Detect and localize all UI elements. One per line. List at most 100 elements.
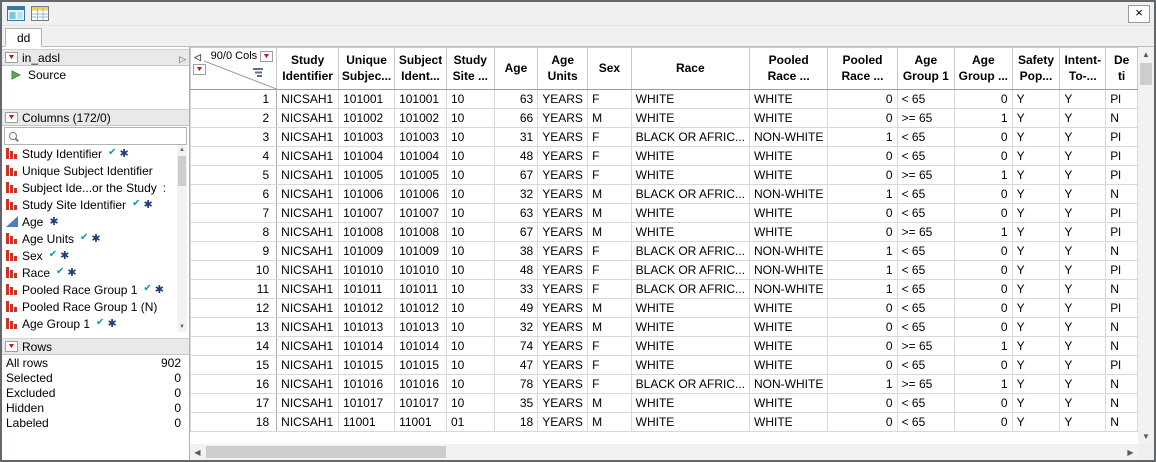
cell[interactable]: 0 xyxy=(828,204,897,223)
cell[interactable]: NON-WHITE xyxy=(750,261,828,280)
cell[interactable]: YEARS xyxy=(538,337,588,356)
cell[interactable]: Pl xyxy=(1106,90,1138,109)
cell[interactable]: 10 xyxy=(446,223,494,242)
cell[interactable]: Y xyxy=(1012,337,1060,356)
cell[interactable]: Y xyxy=(1060,337,1106,356)
cell[interactable]: 67 xyxy=(494,166,538,185)
cell[interactable]: >= 65 xyxy=(897,223,955,242)
cell[interactable]: NICSAH1 xyxy=(277,128,339,147)
cell[interactable]: 10 xyxy=(446,204,494,223)
cell[interactable]: Pl xyxy=(1106,356,1138,375)
row-number[interactable]: 15 xyxy=(191,356,277,375)
cell[interactable]: NICSAH1 xyxy=(277,318,339,337)
column-header[interactable]: Pooled Race ... xyxy=(750,48,828,90)
cell[interactable]: NICSAH1 xyxy=(277,223,339,242)
column-item[interactable]: Unique Subject Identifier xyxy=(4,162,176,179)
cell[interactable]: Y xyxy=(1060,166,1106,185)
cell[interactable]: 0 xyxy=(955,147,1013,166)
column-item[interactable]: Pooled Race Group 1 (N) xyxy=(4,298,176,315)
cell[interactable]: Y xyxy=(1012,90,1060,109)
cell[interactable]: Y xyxy=(1060,318,1106,337)
cell[interactable]: 101012 xyxy=(339,299,395,318)
rows-stat-item[interactable]: Excluded0 xyxy=(2,385,189,400)
cell[interactable]: < 65 xyxy=(897,90,955,109)
data-table-icon[interactable] xyxy=(30,5,50,23)
row-number[interactable]: 10 xyxy=(191,261,277,280)
column-item[interactable]: Subject Ide...or the Study: xyxy=(4,179,176,196)
cell[interactable]: YEARS xyxy=(538,90,588,109)
cell[interactable]: Y xyxy=(1060,280,1106,299)
cell[interactable]: 67 xyxy=(494,223,538,242)
cell[interactable]: < 65 xyxy=(897,147,955,166)
cell[interactable]: < 65 xyxy=(897,242,955,261)
cell[interactable]: 101004 xyxy=(395,147,447,166)
red-triangle-menu-icon[interactable] xyxy=(5,112,18,123)
cell[interactable]: < 65 xyxy=(897,204,955,223)
cell[interactable]: WHITE xyxy=(750,413,828,432)
cell[interactable]: 0 xyxy=(955,318,1013,337)
cell[interactable]: NICSAH1 xyxy=(277,394,339,413)
cell[interactable]: 101015 xyxy=(395,356,447,375)
row-number[interactable]: 8 xyxy=(191,223,277,242)
cell[interactable]: 101013 xyxy=(395,318,447,337)
cell[interactable]: BLACK OR AFRIC... xyxy=(631,280,749,299)
cell[interactable]: NICSAH1 xyxy=(277,204,339,223)
column-header[interactable]: Sex xyxy=(588,48,631,90)
column-item[interactable]: Race✔✱ xyxy=(4,264,176,281)
cell[interactable]: 10 xyxy=(446,337,494,356)
cell[interactable]: 101011 xyxy=(395,280,447,299)
cell[interactable]: 32 xyxy=(494,318,538,337)
cell[interactable]: BLACK OR AFRIC... xyxy=(631,375,749,394)
cell[interactable]: Y xyxy=(1060,223,1106,242)
cell[interactable]: 0 xyxy=(955,394,1013,413)
cell[interactable]: Y xyxy=(1060,147,1106,166)
cell[interactable]: NON-WHITE xyxy=(750,375,828,394)
cell[interactable]: YEARS xyxy=(538,375,588,394)
cell[interactable]: WHITE xyxy=(750,299,828,318)
cell[interactable]: Y xyxy=(1060,242,1106,261)
cell[interactable]: Y xyxy=(1060,299,1106,318)
cell[interactable]: NICSAH1 xyxy=(277,147,339,166)
cell[interactable]: NON-WHITE xyxy=(750,242,828,261)
column-header[interactable]: Age Group ... xyxy=(955,48,1013,90)
cell[interactable]: YEARS xyxy=(538,394,588,413)
cell[interactable]: 11001 xyxy=(339,413,395,432)
cell[interactable]: YEARS xyxy=(538,299,588,318)
tab-dd[interactable]: dd xyxy=(5,28,42,47)
column-item[interactable]: Study Identifier✔✱ xyxy=(4,145,176,162)
horizontal-scroll-thumb[interactable] xyxy=(206,446,446,458)
cell[interactable]: 0 xyxy=(955,204,1013,223)
cell[interactable]: 101005 xyxy=(339,166,395,185)
cell[interactable]: Pl xyxy=(1106,223,1138,242)
scroll-down-icon[interactable] xyxy=(177,322,187,332)
cell[interactable]: F xyxy=(588,128,631,147)
column-item[interactable]: Age Group 1✔✱ xyxy=(4,315,176,332)
cell[interactable]: Y xyxy=(1012,280,1060,299)
cell[interactable]: 74 xyxy=(494,337,538,356)
cell[interactable]: 49 xyxy=(494,299,538,318)
cell[interactable]: 101008 xyxy=(395,223,447,242)
cell[interactable]: Y xyxy=(1012,128,1060,147)
cell[interactable]: Pl xyxy=(1106,166,1138,185)
cell[interactable]: Y xyxy=(1060,375,1106,394)
scroll-up-icon[interactable] xyxy=(1138,47,1154,62)
cell[interactable]: 101015 xyxy=(339,356,395,375)
cell[interactable]: Y xyxy=(1012,242,1060,261)
cell[interactable]: 1 xyxy=(955,109,1013,128)
cell[interactable]: 1 xyxy=(828,185,897,204)
cell[interactable]: N xyxy=(1106,185,1138,204)
cell[interactable]: NON-WHITE xyxy=(750,280,828,299)
chevron-right-icon[interactable] xyxy=(179,51,186,65)
cell[interactable]: M xyxy=(588,413,631,432)
cell[interactable]: NICSAH1 xyxy=(277,109,339,128)
cell[interactable]: NON-WHITE xyxy=(750,185,828,204)
cell[interactable]: 35 xyxy=(494,394,538,413)
cell[interactable]: 1 xyxy=(955,166,1013,185)
cell[interactable]: 101002 xyxy=(339,109,395,128)
cell[interactable]: 0 xyxy=(828,109,897,128)
cell[interactable]: 0 xyxy=(955,128,1013,147)
cell[interactable]: NICSAH1 xyxy=(277,280,339,299)
cell[interactable]: M xyxy=(588,204,631,223)
cell[interactable]: WHITE xyxy=(631,356,749,375)
cell[interactable]: WHITE xyxy=(750,337,828,356)
